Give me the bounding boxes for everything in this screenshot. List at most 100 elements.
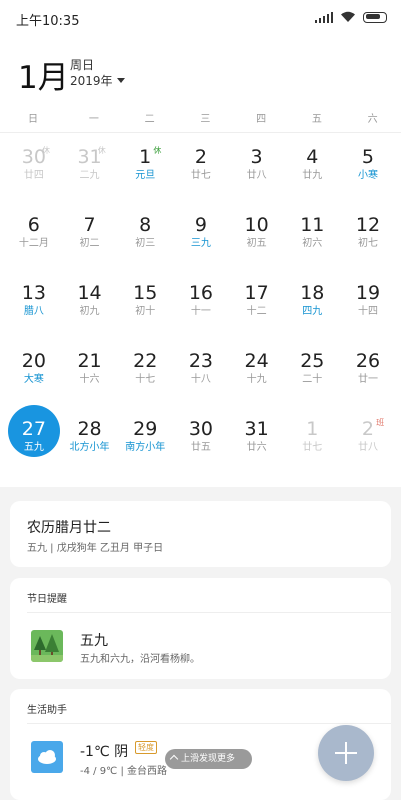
calendar-day[interactable]: 29 南方小年 [117, 414, 173, 482]
holiday-badge: 休 [97, 146, 106, 155]
calendar-day[interactable]: 1 元旦 休 [117, 142, 173, 210]
calendar-day[interactable]: 13 腊八 [6, 278, 62, 346]
calendar-day[interactable]: 16 十一 [173, 278, 229, 346]
calendar-day[interactable]: 26 廿一 [340, 346, 396, 414]
calendar-day[interactable]: 6 十二月 [6, 210, 62, 278]
weekday-mon: 一 [88, 114, 99, 125]
calendar-day[interactable]: 30 廿五 [173, 414, 229, 482]
calendar-week-row: 13 腊八 14 初九 15 初十 16 十一 17 十二 18 四九 19 十四 [6, 278, 396, 346]
weekday-sat: 六 [367, 114, 378, 125]
day-number: 28 [77, 418, 102, 440]
weather-range-location: -4 / 9℃ | 金台西路 [80, 766, 168, 777]
calendar-day[interactable]: 30 廿四 休 [6, 142, 62, 210]
day-number: 21 [77, 350, 102, 372]
day-number: 11 [300, 214, 325, 236]
day-number: 25 [300, 350, 325, 372]
calendar-day[interactable]: 19 十四 [340, 278, 396, 346]
lunar-label: 元旦 [135, 170, 156, 181]
lunar-label: 初三 [135, 238, 156, 249]
day-number: 31 [244, 418, 269, 440]
chevron-down-icon [116, 78, 125, 83]
day-number: 14 [77, 282, 102, 304]
swipe-up-hint[interactable]: 上滑发现更多 [165, 749, 252, 769]
day-number: 18 [300, 282, 325, 304]
lunar-date-title: 农历腊月廿二 [27, 520, 111, 536]
calendar-day[interactable]: 4 廿九 [284, 142, 340, 210]
calendar-day[interactable]: 10 初五 [229, 210, 285, 278]
lunar-label: 初五 [246, 238, 267, 249]
calendar-panel: 上午10:35 1月 周日 2019年 日 一 二 三 四 五 六 30 廿四休 3… [0, 0, 401, 487]
calendar-day[interactable]: 24 十九 [229, 346, 285, 414]
calendar-week-row: 27 五九 28 北方小年 29 南方小年 30 廿五 31 廿六 1 廿七 2 廿八 班 [6, 405, 396, 482]
lunar-label: 十六 [79, 374, 100, 385]
calendar-day[interactable]: 25 二十 [284, 346, 340, 414]
divider [27, 612, 391, 613]
festival-card[interactable]: 节日提醒 五九 五九和六九，沿河看杨柳。 [10, 578, 391, 679]
lunar-label: 十八 [190, 374, 211, 385]
calendar-day[interactable]: 9 三九 [173, 210, 229, 278]
lunar-label: 十二月 [18, 238, 49, 249]
calendar-day[interactable]: 31 廿六 [229, 414, 285, 482]
calendar-week-row: 6 十二月 7 初二 8 初三 9 三九 10 初五 11 初六 12 初七 [6, 210, 396, 278]
calendar-day[interactable]: 18 四九 [284, 278, 340, 346]
day-number: 22 [133, 350, 158, 372]
calendar-day[interactable]: 2 廿八 班 [340, 414, 396, 482]
calendar-day[interactable]: 1 廿七 [284, 414, 340, 482]
day-number: 1 [306, 418, 319, 440]
air-quality-badge: 轻度 [135, 741, 157, 754]
lunar-label: 廿九 [302, 170, 323, 181]
weekday-divider [0, 132, 401, 133]
lunar-label: 北方小年 [69, 442, 110, 453]
calendar-day[interactable]: 23 十八 [173, 346, 229, 414]
day-number: 30 [188, 418, 213, 440]
calendar-day[interactable]: 14 初九 [62, 278, 118, 346]
year-selector[interactable]: 2019年 [70, 72, 125, 89]
calendar-day[interactable]: 7 初二 [62, 210, 118, 278]
workday-badge: 班 [376, 418, 385, 427]
add-event-button[interactable] [318, 725, 374, 781]
lunar-card[interactable]: 农历腊月廿二 五九 | 戊戌狗年 乙丑月 甲子日 [10, 501, 391, 567]
tree-icon [31, 630, 63, 662]
status-time: 上午10:35 [16, 14, 80, 29]
calendar-day[interactable]: 28 北方小年 [62, 414, 118, 482]
calendar-day[interactable]: 17 十二 [229, 278, 285, 346]
calendar-day[interactable]: 8 初三 [117, 210, 173, 278]
divider [27, 723, 391, 724]
month-title: 1月 [18, 60, 69, 96]
calendar-day[interactable]: 31 二九 休 [62, 142, 118, 210]
day-number: 17 [244, 282, 269, 304]
holiday-badge: 休 [153, 146, 162, 155]
calendar-day[interactable]: 12 初七 [340, 210, 396, 278]
lunar-label: 四九 [302, 306, 323, 317]
calendar-day[interactable]: 3 廿八 [229, 142, 285, 210]
calendar-week-row: 20 大寒 21 十六 22 十七 23 十八 24 十九 25 二十 26 廿一 [6, 346, 396, 414]
day-number: 29 [133, 418, 158, 440]
lunar-date-subtitle: 五九 | 戊戌狗年 乙丑月 甲子日 [27, 543, 164, 554]
day-number: 19 [355, 282, 381, 304]
calendar-day[interactable]: 11 初六 [284, 210, 340, 278]
day-number: 12 [355, 214, 381, 236]
lunar-label: 十七 [135, 374, 156, 385]
calendar-day[interactable]: 20 大寒 [6, 346, 62, 414]
day-number: 23 [188, 350, 213, 372]
weekday-tue: 二 [144, 114, 155, 125]
weekday-row: 日 一 二 三 四 五 六 [0, 110, 401, 125]
calendar-day[interactable]: 22 十七 [117, 346, 173, 414]
lunar-label: 十一 [190, 306, 211, 317]
festival-card-header: 节日提醒 [27, 594, 67, 605]
day-number: 30 [21, 146, 46, 168]
signal-icon [315, 11, 333, 23]
day-number: 31 [77, 146, 102, 168]
calendar-day-today[interactable]: 27 五九 [6, 405, 62, 482]
calendar-day[interactable]: 15 初十 [117, 278, 173, 346]
calendar-day[interactable]: 21 十六 [62, 346, 118, 414]
day-number: 26 [355, 350, 381, 372]
weekday-label: 周日 [70, 58, 95, 72]
lunar-label: 廿八 [357, 442, 378, 453]
chevron-up-icon [169, 754, 179, 764]
day-number: 5 [361, 146, 375, 168]
lunar-label: 大寒 [23, 374, 44, 385]
calendar-day[interactable]: 5 小寒 [340, 142, 396, 210]
lunar-label: 初十 [135, 306, 156, 317]
calendar-day[interactable]: 2 廿七 [173, 142, 229, 210]
